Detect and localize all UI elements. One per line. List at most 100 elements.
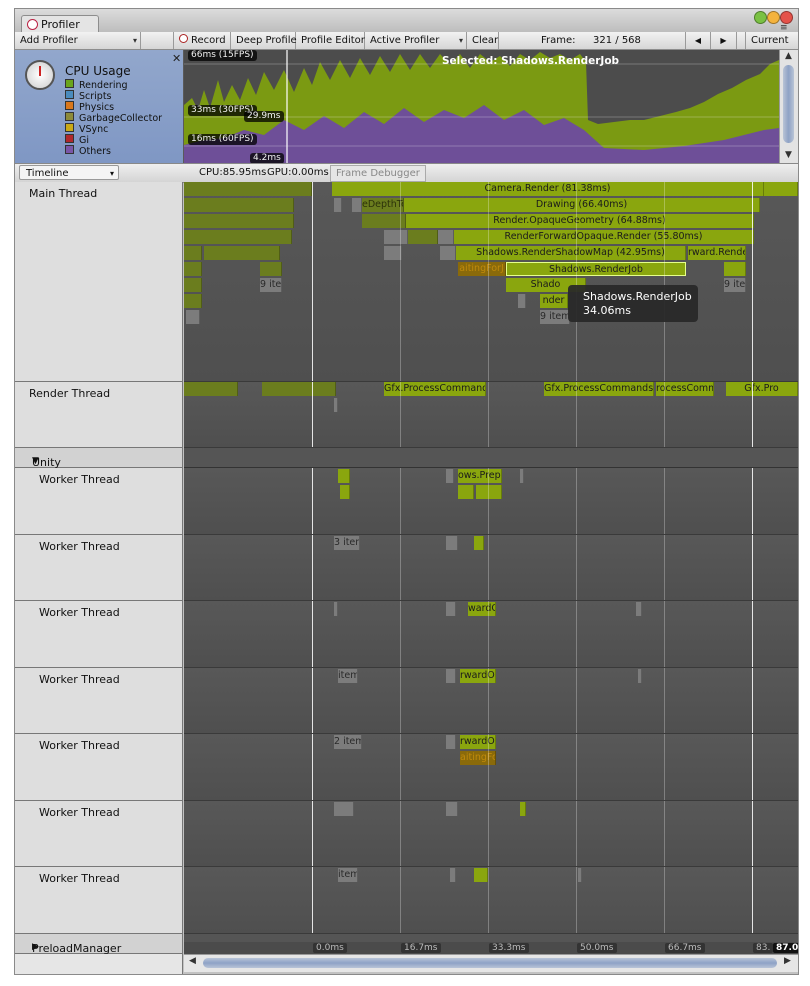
timeline-bar[interactable]: 9 item <box>260 278 282 292</box>
clear-button[interactable]: Clear <box>467 32 499 49</box>
timeline-bar[interactable] <box>446 536 458 550</box>
deep-profile-button[interactable]: Deep Profile <box>231 32 297 49</box>
timeline-bar[interactable] <box>334 198 342 212</box>
timeline-bar[interactable] <box>446 469 454 483</box>
thread-label-main[interactable]: Main Thread <box>15 182 183 382</box>
thread-label-worker[interactable]: Worker Thread <box>15 468 183 535</box>
timeline-bar[interactable] <box>578 868 582 882</box>
view-mode-dropdown[interactable]: Timeline <box>19 165 119 181</box>
thread-label-worker[interactable]: Worker Thread <box>15 668 183 734</box>
timeline-bar[interactable]: Camera.Render (81.38ms) <box>332 182 764 196</box>
timeline-bar[interactable]: Drawing (66.40ms) <box>404 198 760 212</box>
timeline-bar[interactable] <box>518 294 526 308</box>
timeline-bar[interactable] <box>438 230 454 244</box>
timeline-bar[interactable] <box>184 262 202 276</box>
timeline-bar[interactable]: Render.OpaqueGeometry (64.88ms) <box>406 214 754 228</box>
group-label-preload[interactable]: ▶ PreloadManager <box>15 934 183 955</box>
worker-thread-lane[interactable]: ows.Prepa <box>184 468 798 535</box>
timeline-bar[interactable]: Gfx.ProcessCommands <box>544 382 654 396</box>
timeline-bar[interactable] <box>262 382 336 396</box>
timeline-bar[interactable]: aitingForJ <box>458 262 506 276</box>
frame-debugger-button[interactable]: Frame Debugger <box>330 165 426 182</box>
timeline-bar[interactable]: item <box>338 669 358 683</box>
thread-label-worker[interactable]: Worker Thread <box>15 734 183 801</box>
cpu-usage-panel[interactable]: CPU Usage ✕ Rendering Scripts Physics Ga… <box>15 50 184 163</box>
timeline-bar[interactable] <box>764 182 798 196</box>
worker-thread-lane[interactable]: 3 item <box>184 535 798 601</box>
worker-thread-lane[interactable] <box>184 801 798 867</box>
thread-label-worker[interactable]: Worker Thread <box>15 535 183 601</box>
timeline-bar[interactable] <box>474 536 484 550</box>
previous-frame-button[interactable]: ◀ <box>685 32 711 49</box>
timeline-bar[interactable]: nder <box>540 294 568 308</box>
legend-item[interactable]: VSync <box>65 123 162 135</box>
timeline-bar[interactable]: 3 item <box>334 536 360 550</box>
timeline-bar[interactable] <box>340 485 350 499</box>
timeline-bar[interactable] <box>184 182 312 196</box>
timeline-bar[interactable] <box>334 802 354 816</box>
thread-label-worker[interactable]: Worker Thread <box>15 867 183 934</box>
group-label-job-system[interactable]: ▼Unity Job System <box>15 448 183 495</box>
timeline-bar[interactable] <box>446 735 456 749</box>
timeline-bar[interactable]: wardOp <box>468 602 496 616</box>
active-profiler-dropdown[interactable]: Active Profiler <box>365 32 467 49</box>
legend-item[interactable]: Others <box>65 145 162 157</box>
timeline-bar[interactable] <box>334 398 338 412</box>
timeline-bar[interactable]: 9 item <box>540 310 570 324</box>
current-frame-button[interactable]: Current <box>745 32 798 49</box>
timeline-bar[interactable] <box>352 198 362 212</box>
worker-thread-lane[interactable]: 2 item rwardOp aitingFor <box>184 734 798 801</box>
minimize-button[interactable] <box>767 11 780 24</box>
timeline-bar[interactable]: item <box>338 868 358 882</box>
scroll-right-icon[interactable]: ▶ <box>784 956 791 966</box>
thread-label-worker[interactable]: Worker Thread <box>15 801 183 867</box>
timeline-bar[interactable] <box>204 246 280 260</box>
timeline-bar[interactable] <box>184 382 238 396</box>
timeline-bar[interactable]: rwardOp <box>460 735 496 749</box>
worker-thread-lane[interactable]: item rwardOp <box>184 668 798 734</box>
timeline-bar[interactable] <box>260 262 282 276</box>
timeline-bar[interactable] <box>446 802 458 816</box>
timeline-bar[interactable] <box>458 485 474 499</box>
timeline-bar[interactable] <box>184 230 292 244</box>
timeline-bar[interactable] <box>334 602 338 616</box>
render-thread-lane[interactable]: Gfx.ProcessCommands Gfx.ProcessCommands … <box>184 382 798 448</box>
timeline-bar[interactable]: Gfx.Pro <box>726 382 798 396</box>
maximize-button[interactable] <box>754 11 767 24</box>
timeline-bar[interactable] <box>184 214 294 228</box>
legend-item[interactable]: GarbageCollector <box>65 112 162 124</box>
timeline-bar[interactable] <box>184 198 294 212</box>
add-profiler-dropdown[interactable]: Add Profiler <box>15 32 141 49</box>
timeline-bar[interactable]: eDepthTe <box>362 198 404 212</box>
timeline-bar[interactable] <box>476 485 502 499</box>
timeline-bar[interactable]: aitingFor <box>460 751 496 765</box>
legend-item[interactable]: Rendering <box>65 79 162 91</box>
timeline-bar[interactable] <box>186 310 200 324</box>
timeline-bar[interactable] <box>474 868 488 882</box>
worker-thread-lane[interactable]: wardOp <box>184 601 798 668</box>
timeline-bar[interactable] <box>638 669 642 683</box>
scroll-left-icon[interactable]: ◀ <box>189 956 196 966</box>
timeline-bar[interactable] <box>450 868 456 882</box>
graph-scroll-thumb[interactable] <box>783 65 794 143</box>
timeline-bar[interactable]: RenderForwardOpaque.Render (55.80ms) <box>454 230 754 244</box>
timeline-horizontal-scrollbar[interactable]: ◀ ▶ <box>184 954 798 972</box>
timeline-bar[interactable]: 9 item <box>724 278 746 292</box>
timeline-scroll-thumb[interactable] <box>203 958 777 968</box>
timeline-bar[interactable]: rwardOp <box>460 669 496 683</box>
graph-vertical-scrollbar[interactable]: ▲ ▼ <box>779 50 798 163</box>
timeline-bar[interactable]: Shadows.RenderShadowMap (42.95ms) <box>456 246 686 260</box>
thread-label-render[interactable]: Render Thread <box>15 382 183 448</box>
timeline-bar[interactable] <box>408 230 438 244</box>
next-frame-button[interactable]: ▶ <box>711 32 737 49</box>
timeline-bar[interactable]: ows.Prepa <box>458 469 502 483</box>
timeline-bar[interactable] <box>520 469 524 483</box>
scroll-down-icon[interactable]: ▼ <box>785 150 792 160</box>
profile-editor-button[interactable]: Profile Editor <box>296 32 365 49</box>
profiler-tab[interactable]: Profiler <box>21 15 99 33</box>
timeline-bar[interactable] <box>384 230 408 244</box>
legend-item[interactable]: Physics <box>65 101 162 113</box>
timeline-bar[interactable]: rward.Rende <box>688 246 746 260</box>
timeline-bar[interactable] <box>338 469 350 483</box>
main-thread-lane[interactable]: Camera.Render (81.38ms) eDepthTe Drawing… <box>184 182 798 382</box>
